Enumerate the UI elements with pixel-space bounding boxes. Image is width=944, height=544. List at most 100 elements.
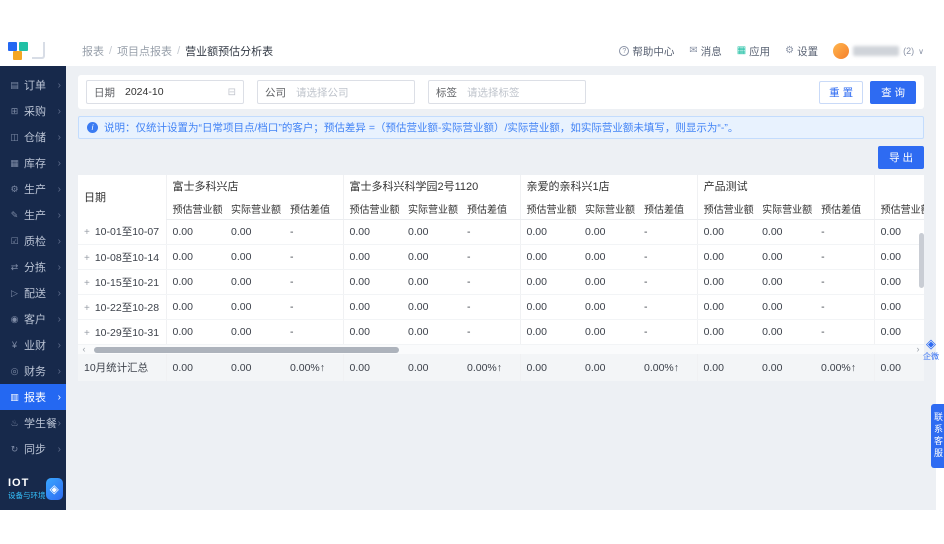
sidebar-item-production-2[interactable]: ✎ 生产 › bbox=[0, 202, 66, 228]
expand-icon[interactable]: + bbox=[84, 227, 90, 238]
wecom-label: 企微 bbox=[923, 352, 939, 361]
summary-value-cell: 0.00%↑ bbox=[638, 354, 697, 381]
value-cell: 0.00 bbox=[342, 219, 403, 245]
table-row: +10-29至10-31 0.00 0.00-0.00 0.00-0.00 0.00-0… bbox=[78, 319, 925, 345]
scrollbar-track[interactable] bbox=[90, 345, 912, 354]
reports-icon: ▥ bbox=[10, 391, 19, 402]
value-cell: 0.00 bbox=[519, 244, 580, 270]
main-content: 日期 2024-10 ⊟ 公司 请选择公司 标签 请选择标签 重 置 查 询 i… bbox=[66, 66, 936, 510]
breadcrumb-separator: / bbox=[177, 45, 181, 57]
breadcrumb-item-reports[interactable]: 报表 bbox=[82, 43, 104, 59]
sidebar-item-sorting[interactable]: ⇄ 分拣 › bbox=[0, 254, 66, 280]
search-button[interactable]: 查 询 bbox=[870, 80, 916, 104]
filter-bar: 日期 2024-10 ⊟ 公司 请选择公司 标签 请选择标签 重 置 查 询 bbox=[78, 75, 924, 109]
sidebar-item-warehouse[interactable]: ◫ 仓储 › bbox=[0, 124, 66, 150]
sidebar-item-inventory[interactable]: ▦ 库存 › bbox=[0, 150, 66, 176]
value-cell: 0.00 bbox=[873, 269, 925, 295]
summary-label: 10月统计汇总 bbox=[78, 354, 166, 381]
value-cell: 0.00 bbox=[519, 294, 580, 320]
vertical-scrollbar-thumb[interactable] bbox=[919, 233, 924, 288]
topbar-actions: ? 帮助中心 ✉ 消息 ▦ 应用 ⚙ 设置 (2) ∨ bbox=[619, 43, 936, 59]
summary-value-cell: 0.00 bbox=[696, 354, 756, 381]
finance-icon: ◎ bbox=[10, 365, 19, 376]
summary-value-cell: 0.00%↑ bbox=[461, 354, 520, 381]
sidebar-item-sync[interactable]: ↻ 同步 › bbox=[0, 436, 66, 462]
chevron-right-icon: › bbox=[57, 105, 61, 117]
expand-icon[interactable]: + bbox=[84, 328, 90, 339]
value-cell: 0.00 bbox=[873, 294, 925, 320]
sidebar-item-label: 配送 bbox=[24, 288, 46, 300]
chevron-right-icon: › bbox=[57, 235, 61, 247]
scroll-left-icon[interactable]: ‹ bbox=[78, 345, 90, 354]
messages-link[interactable]: ✉ 消息 bbox=[689, 44, 721, 59]
value-cell: 0.00 bbox=[402, 269, 462, 295]
value-cell: - bbox=[638, 269, 698, 295]
summary-value-cell: 0.00 bbox=[402, 354, 461, 381]
sidebar-item-quality[interactable]: ☑ 质检 › bbox=[0, 228, 66, 254]
chevron-down-icon: ∨ bbox=[918, 46, 924, 56]
biz-finance-icon: ¥ bbox=[11, 340, 17, 350]
tag-filter[interactable]: 标签 请选择标签 bbox=[428, 80, 586, 104]
value-cell: 0.00 bbox=[165, 219, 225, 245]
logo-square-yellow bbox=[13, 51, 22, 60]
value-cell: - bbox=[284, 269, 344, 295]
calendar-icon: ⊟ bbox=[227, 86, 236, 98]
company-filter[interactable]: 公司 请选择公司 bbox=[257, 80, 415, 104]
contact-support-button[interactable]: 联系客服 bbox=[931, 404, 944, 468]
sidebar-item-biz-finance[interactable]: ¥ 业财 › bbox=[0, 332, 66, 358]
breadcrumb-item-site-reports[interactable]: 项目点报表 bbox=[117, 43, 172, 59]
expand-icon[interactable]: + bbox=[84, 278, 90, 289]
wecom-icon: ◈ bbox=[926, 336, 936, 351]
app-logo[interactable] bbox=[8, 40, 60, 62]
store-group-header: 富士多科兴店 bbox=[165, 175, 344, 197]
student-meal-icon: ♨ bbox=[10, 417, 19, 428]
messages-label: 消息 bbox=[700, 45, 722, 58]
sidebar-item-student-meal[interactable]: ♨ 学生餐 › bbox=[0, 410, 66, 436]
user-name-suffix: (2) bbox=[903, 46, 915, 56]
column-subheader: 预估营业额 bbox=[519, 197, 580, 220]
breadcrumb: 报表 / 项目点报表 / 营业额预估分析表 bbox=[82, 43, 273, 59]
expand-icon[interactable]: + bbox=[84, 303, 90, 314]
store-group-header-clipped bbox=[873, 175, 925, 197]
sidebar-item-reports[interactable]: ▥ 报表 › bbox=[0, 384, 66, 410]
sidebar-item-production-1[interactable]: ⚙ 生产 › bbox=[0, 176, 66, 202]
sidebar-item-purchase[interactable]: ⊞ 采购 › bbox=[0, 98, 66, 124]
settings-link[interactable]: ⚙ 设置 bbox=[785, 44, 818, 59]
company-filter-label: 公司 bbox=[265, 86, 286, 99]
table-row: +10-15至10-21 0.00 0.00-0.00 0.00-0.00 0.00-0… bbox=[78, 269, 925, 295]
value-cell: 0.00 bbox=[696, 219, 757, 245]
iot-icon[interactable]: ◈ bbox=[45, 478, 63, 500]
production-1-icon: ⚙ bbox=[10, 183, 19, 194]
wecom-float-button[interactable]: ◈ 企微 bbox=[919, 337, 943, 362]
sidebar-item-label: 生产 bbox=[24, 210, 46, 222]
sidebar-item-delivery[interactable]: ▷ 配送 › bbox=[0, 280, 66, 306]
reset-button[interactable]: 重 置 bbox=[819, 80, 864, 104]
summary-value-cell: 0.00 bbox=[342, 354, 402, 381]
sidebar-item-orders[interactable]: ▤ 订单 › bbox=[0, 72, 66, 98]
export-button[interactable]: 导 出 bbox=[878, 146, 924, 169]
value-cell: 0.00 bbox=[402, 244, 462, 270]
chevron-right-icon: › bbox=[57, 79, 61, 91]
value-cell: 0.00 bbox=[342, 269, 403, 295]
sync-icon: ↻ bbox=[10, 443, 19, 454]
apps-link[interactable]: ▦ 应用 bbox=[737, 44, 770, 59]
sidebar-item-customers[interactable]: ◉ 客户 › bbox=[0, 306, 66, 332]
value-cell: 0.00 bbox=[402, 219, 462, 245]
help-center-link[interactable]: ? 帮助中心 bbox=[619, 44, 674, 59]
sidebar-item-finance[interactable]: ◎ 财务 › bbox=[0, 358, 66, 384]
horizontal-scrollbar[interactable]: ‹ › bbox=[78, 345, 924, 354]
value-cell: - bbox=[638, 244, 698, 270]
scrollbar-thumb[interactable] bbox=[94, 346, 399, 353]
value-cell: - bbox=[461, 269, 521, 295]
logo-square-blue bbox=[8, 42, 17, 51]
summary-row: 10月统计汇总 0.00 0.00 0.00%↑ 0.00 0.00 0.00%↑ 0.00 0… bbox=[78, 354, 924, 381]
expand-icon[interactable]: + bbox=[84, 253, 90, 264]
value-cell: 0.00 bbox=[225, 319, 284, 345]
value-cell: 0.00 bbox=[225, 244, 284, 270]
chevron-right-icon: › bbox=[57, 157, 61, 169]
date-filter[interactable]: 日期 2024-10 ⊟ bbox=[86, 80, 244, 104]
user-menu[interactable]: (2) ∨ bbox=[833, 43, 924, 59]
delivery-icon: ▷ bbox=[11, 287, 18, 298]
value-cell: - bbox=[284, 294, 344, 320]
value-cell: - bbox=[284, 219, 344, 245]
